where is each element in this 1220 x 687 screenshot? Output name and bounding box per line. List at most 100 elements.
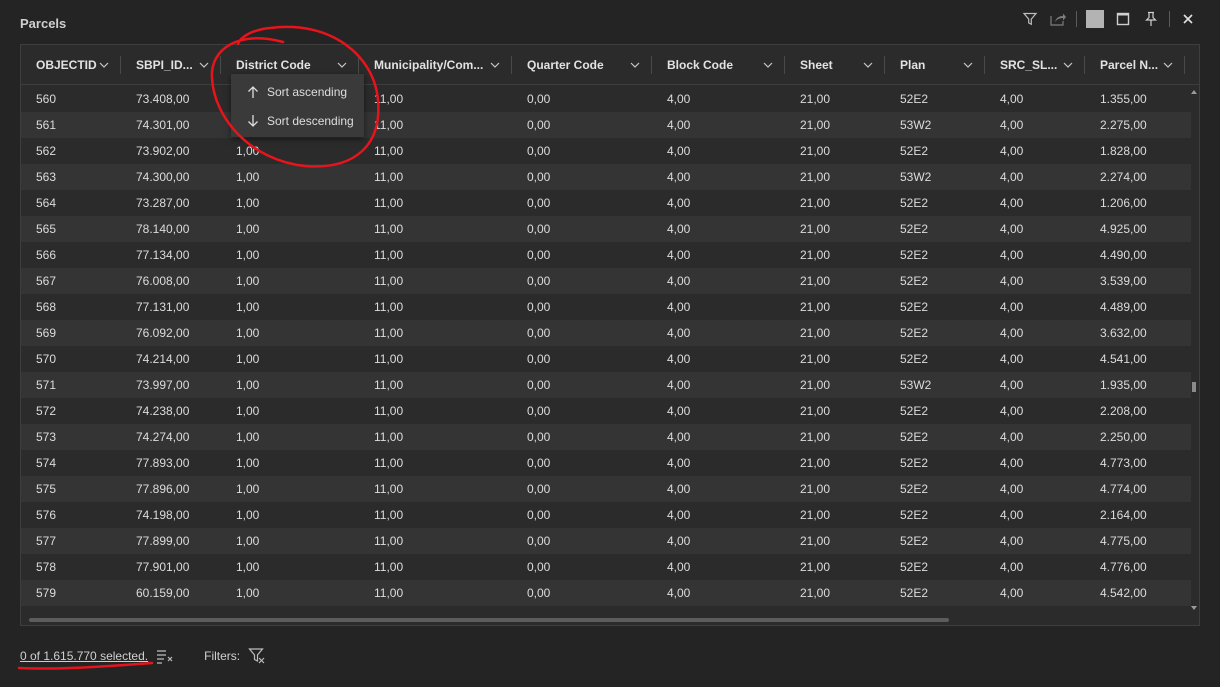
table-row[interactable]: 577 77.899,00 1,00 11,00 0,00 4,00 21,00 52E2 4,… [21,528,1191,554]
chevron-down-icon[interactable] [97,58,111,72]
column-header[interactable]: SBPI_ID... [121,45,221,85]
pin-icon[interactable] [1137,8,1165,30]
chevron-down-icon[interactable] [335,58,349,72]
chevron-down-icon[interactable] [961,58,975,72]
table-cell: 1,00 [236,560,260,574]
table-cell: 52E2 [900,560,929,574]
table-row[interactable]: 572 74.238,00 1,00 11,00 0,00 4,00 21,00 52E2 4,… [21,398,1191,424]
table-row[interactable]: 568 77.131,00 1,00 11,00 0,00 4,00 21,00 52E2 4,… [21,294,1191,320]
table-cell: 4,00 [1000,326,1024,340]
table-row[interactable]: 563 74.300,00 1,00 11,00 0,00 4,00 21,00 53W2 4,… [21,164,1191,190]
table-cell: 4,00 [652,606,785,614]
table-cell: 74.274,00 [136,430,190,444]
table-cell: 1.206,00 [1100,196,1147,210]
close-icon[interactable] [1174,8,1202,30]
export-icon[interactable] [1044,8,1072,30]
column-header[interactable]: Parcel N... [1085,45,1185,85]
clear-selection-icon[interactable] [156,648,174,664]
table-cell: 1,00 [236,300,260,314]
table-row[interactable]: 570 74.214,00 1,00 11,00 0,00 4,00 21,00 52E2 4,… [21,346,1191,372]
table-cell: 11,00 [374,326,404,340]
table-cell: 11,00 [374,378,404,392]
table-cell: 561 [36,118,57,132]
vertical-scrollbar[interactable] [1189,86,1199,616]
table-cell: 1,00 [236,144,260,158]
column-header[interactable]: Quarter Code [512,45,652,85]
table-cell: 567 [36,274,57,288]
table-cell: 11,00 [359,606,512,614]
table-cell: 4,00 [667,196,691,210]
table-row[interactable]: 571 73.997,00 1,00 11,00 0,00 4,00 21,00 53W2 4,… [21,372,1191,398]
table-cell: 568 [36,300,57,314]
table-row[interactable]: 56073.408,001,0011,000,004,0021,0052E24,… [21,86,1191,112]
table-cell: 0,00 [527,326,551,340]
column-header[interactable]: Municipality/Com... [359,45,512,85]
table-cell: 21,00 [800,92,831,106]
table-row[interactable]: 567 76.008,00 1,00 11,00 0,00 4,00 21,00 52E2 4,… [21,268,1191,294]
table-cell: 77.901,00 [136,560,190,574]
table-cell: 577 [36,534,57,548]
column-header[interactable]: OBJECTID [21,45,121,85]
table-cell: 52E2 [900,222,929,236]
column-header[interactable]: Plan [885,45,985,85]
table-cell: 4,00 [667,118,691,132]
table-row[interactable]: 56174.301,001,0011,000,004,0021,0053W24,… [21,112,1191,138]
table-cell: 4,00 [667,430,691,444]
table-row[interactable]: 564 73.287,00 1,00 11,00 0,00 4,00 21,00 52E2 4,… [21,190,1191,216]
table-cell: 0,00 [527,378,551,392]
table-cell: 52E2 [900,144,929,158]
table-row[interactable]: 578 77.901,00 1,00 11,00 0,00 4,00 21,00 52E2 4,… [21,554,1191,580]
table-cell: 4,00 [985,606,1085,614]
table-cell: 1,00 [236,430,260,444]
column-header[interactable]: SRC_SL... [985,45,1085,85]
table-cell: 4,00 [1000,534,1024,548]
table-cell: 11,00 [374,300,404,314]
table-cell: 1,00 [236,274,260,288]
table-cell: 4,00 [667,352,691,366]
table-cell: 11,00 [374,144,404,158]
table-cell: 21,00 [785,606,885,614]
table-cell: 52E2 [900,404,929,418]
table-cell: 73.408,00 [136,92,190,106]
sort-ascending-item[interactable]: Sort ascending [231,77,364,106]
table-row[interactable]: 569 76.092,00 1,00 11,00 0,00 4,00 21,00 52E2 4,… [21,320,1191,346]
filter-icon[interactable] [1016,8,1044,30]
table-cell: 4,00 [1000,170,1024,184]
table-cell: 4,00 [667,456,691,470]
table-row[interactable]: 565 78.140,00 1,00 11,00 0,00 4,00 21,00 52E2 4,… [21,216,1191,242]
table-row[interactable]: 562 73.902,00 1,00 11,00 0,00 4,00 21,00 52E2 4,… [21,138,1191,164]
horizontal-scrollbar[interactable] [21,615,1191,625]
table-row[interactable]: 573 74.274,00 1,00 11,00 0,00 4,00 21,00 52E2 4,… [21,424,1191,450]
column-header[interactable]: Sheet [785,45,885,85]
table-row[interactable]: 574 77.893,00 1,00 11,00 0,00 4,00 21,00 52E2 4,… [21,450,1191,476]
window-title: Parcels [20,16,67,31]
chevron-down-icon[interactable] [197,58,211,72]
table-cell: 4,00 [667,326,691,340]
table-cell: 11,00 [374,586,404,600]
maximize-icon[interactable] [1109,8,1137,30]
chevron-down-icon[interactable] [861,58,875,72]
table-cell: 0,00 [527,92,551,106]
sort-descending-item[interactable]: Sort descending [231,106,364,135]
chevron-down-icon[interactable] [488,58,502,72]
table-cell: 3.632,00 [1100,326,1147,340]
table-cell: 0,00 [527,404,551,418]
table-cell: 4,00 [1000,352,1024,366]
table-footer: 0 of 1.615.770 selected. Filters: [20,648,266,664]
table-cell: 78.140,00 [136,222,190,236]
table-row[interactable]: 58074.200,001,0011,000,004,0021,0052E24,… [21,606,1191,614]
horizontal-scroll-thumb[interactable] [29,618,949,622]
chevron-down-icon[interactable] [1061,58,1075,72]
chevron-down-icon[interactable] [761,58,775,72]
table-row[interactable]: 575 77.896,00 1,00 11,00 0,00 4,00 21,00 52E2 4,… [21,476,1191,502]
column-header[interactable]: Block Code [652,45,785,85]
clear-filters-icon[interactable] [248,648,266,664]
table-row[interactable]: 566 77.134,00 1,00 11,00 0,00 4,00 21,00 52E2 4,… [21,242,1191,268]
table-row[interactable]: 576 74.198,00 1,00 11,00 0,00 4,00 21,00 52E2 4,… [21,502,1191,528]
table-row[interactable]: 579 60.159,00 1,00 11,00 0,00 4,00 21,00 52E2 4,… [21,580,1191,606]
table-cell: 2.274,00 [1100,170,1147,184]
table-cell: 2.166,00 [1085,606,1185,614]
chevron-down-icon[interactable] [1161,58,1175,72]
chevron-down-icon[interactable] [628,58,642,72]
layer-color-swatch[interactable] [1081,8,1109,30]
